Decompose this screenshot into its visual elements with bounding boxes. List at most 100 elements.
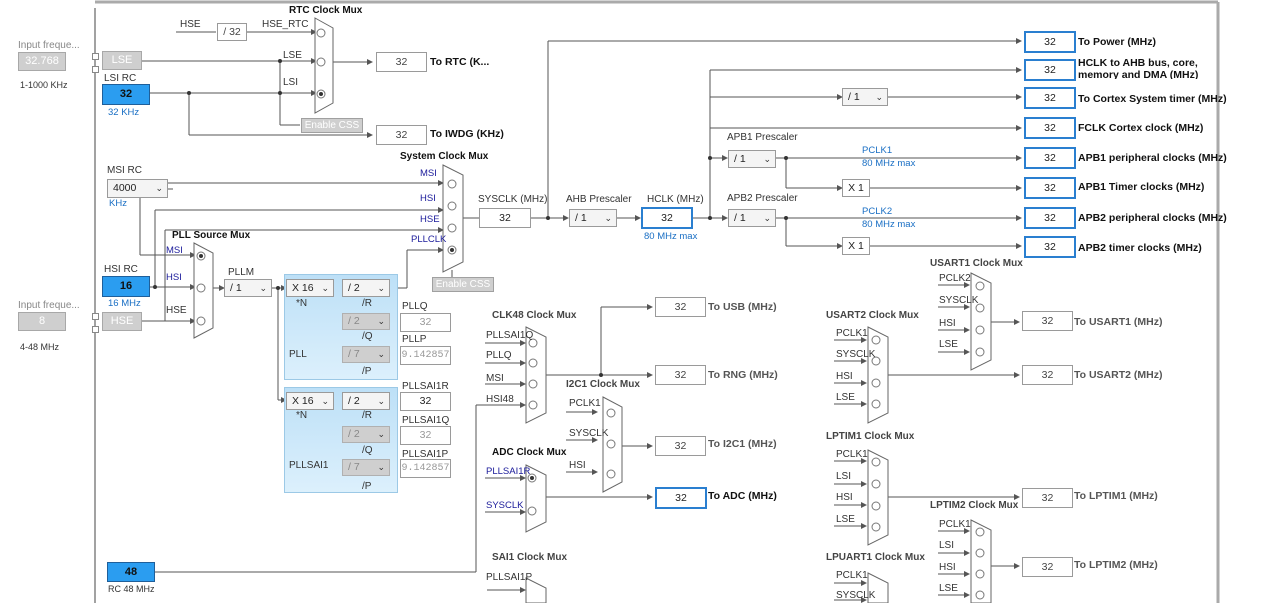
usart1-clock-mux-title: USART1 Clock Mux — [930, 258, 1023, 269]
rtc-enable-css-button[interactable]: Enable CSS — [301, 118, 363, 133]
pllsai1-r-value: / 2 — [348, 395, 360, 407]
pll-label: PLL — [289, 349, 307, 360]
i2c1-input-sysclk: SYSCLK — [569, 428, 609, 439]
clk48-clock-mux-title: CLK48 Clock Mux — [492, 310, 577, 321]
pllq-value: 32 — [400, 313, 451, 332]
rtc-hse-divider[interactable]: / 32 — [217, 23, 247, 41]
pllsai1r-value: 32 — [400, 392, 451, 411]
output-value-cortex-timer[interactable]: 32 — [1024, 87, 1076, 109]
output-value-apb1-timer[interactable]: 32 — [1024, 177, 1076, 199]
ahb-prescaler-select[interactable]: / 1 ⌄ — [569, 209, 617, 227]
lse-input-frequency-label: Input freque... — [18, 40, 80, 51]
output-value-apb2-timer[interactable]: 32 — [1024, 236, 1076, 258]
pllsai1-n-label: *N — [296, 410, 308, 421]
lptim1-input-hsi: HSI — [836, 492, 853, 503]
usart2-output-value: 32 — [1022, 365, 1073, 385]
pllsai1-n-select[interactable]: X 16 ⌄ — [286, 392, 334, 410]
pllsai1-p-select[interactable]: / 7 ⌄ — [342, 459, 390, 476]
pllsai1-r-select[interactable]: / 2 ⌄ — [342, 392, 390, 410]
pllsai1-q-label: /Q — [362, 445, 373, 456]
hse-block[interactable]: HSE — [102, 312, 142, 331]
adc-input-pllsai1r: PLLSAI1R — [486, 466, 531, 477]
sysclk-value[interactable]: 32 — [479, 208, 531, 228]
lpuart1-input-sysclk: SYSCLK — [836, 590, 876, 601]
hsi-unit: 16 MHz — [108, 298, 141, 309]
hsi-rc-label: HSI RC — [104, 264, 138, 275]
i2c1-output-value: 32 — [655, 436, 706, 456]
sysmux-enable-css-button[interactable]: Enable CSS — [432, 277, 494, 292]
msi-range-select[interactable]: 4000 ⌄ — [107, 179, 168, 198]
output-label-apb1-peripheral: APB1 peripheral clocks (MHz) — [1078, 152, 1227, 164]
pllm-select[interactable]: / 1 ⌄ — [224, 279, 272, 297]
chevron-down-icon: ⌄ — [321, 283, 329, 293]
rc48-value[interactable]: 48 — [107, 562, 155, 582]
cortex-timer-divider-select[interactable]: / 1 ⌄ — [842, 88, 888, 106]
sysmux-pllclk-label: PLLCLK — [411, 234, 447, 245]
output-value-fclk[interactable]: 32 — [1024, 117, 1076, 139]
usart2-input-sysclk: SYSCLK — [836, 349, 876, 360]
iwdg-output-value: 32 — [376, 125, 427, 145]
output-value-power[interactable]: 32 — [1024, 31, 1076, 53]
pll-source-msi-label: MSI — [166, 245, 183, 256]
usart1-input-lse: LSE — [939, 339, 958, 350]
lpuart1-input-pclk1: PCLK1 — [836, 570, 868, 581]
hse-input-frequency-field[interactable]: 8 — [18, 312, 66, 331]
clk48-input-msi: MSI — [486, 373, 504, 384]
clk48-input-hsi48: HSI48 — [486, 394, 514, 405]
pll-n-select[interactable]: X 16 ⌄ — [286, 279, 334, 297]
chevron-down-icon: ⌄ — [377, 283, 385, 293]
pll-q-select[interactable]: / 2 ⌄ — [342, 313, 390, 330]
pll-p-select[interactable]: / 7 ⌄ — [342, 346, 390, 363]
lse-input-frequency-field[interactable]: 32.768 — [18, 52, 66, 71]
pll-q-value: / 2 — [348, 315, 360, 327]
usart2-input-hsi: HSI — [836, 371, 853, 382]
lsi-rc-label: LSI RC — [104, 73, 137, 84]
lptim1-input-lsi: LSI — [836, 471, 852, 482]
msi-rc-label: MSI RC — [107, 165, 142, 176]
sysmux-hse-label: HSE — [420, 214, 440, 225]
output-label-apb2-timer: APB2 timer clocks (MHz) — [1078, 242, 1202, 254]
hclk-value[interactable]: 32 — [641, 207, 693, 229]
apb1-prescaler-value: / 1 — [734, 153, 746, 165]
pll-source-hse-label: HSE — [166, 305, 187, 316]
lse-block[interactable]: LSE — [102, 51, 142, 70]
apb2-prescaler-select[interactable]: / 1 ⌄ — [728, 209, 776, 227]
pll-q-label: /Q — [362, 331, 373, 342]
cortex-timer-divider-value: / 1 — [848, 91, 860, 103]
pll-r-select[interactable]: / 2 ⌄ — [342, 279, 390, 297]
lptim2-output-value: 32 — [1022, 557, 1073, 577]
usart2-input-lse: LSE — [836, 392, 855, 403]
iwdg-output-label: To IWDG (KHz) — [430, 128, 504, 140]
lptim2-input-lsi: LSI — [939, 540, 955, 551]
chevron-down-icon: ⌄ — [604, 213, 612, 223]
chevron-down-icon: ⌄ — [377, 316, 385, 326]
lptim1-output-label: To LPTIM1 (MHz) — [1074, 490, 1158, 502]
output-label-apb2-peripheral: APB2 peripheral clocks (MHz) — [1078, 212, 1227, 224]
msi-unit: KHz — [109, 198, 127, 209]
apb1-timer-multiplier: X 1 — [842, 179, 870, 197]
pll-r-label: /R — [362, 298, 372, 309]
usart1-input-pclk2: PCLK2 — [939, 273, 971, 284]
hse-junction — [92, 313, 99, 320]
pll-p-value: / 7 — [348, 348, 360, 360]
lptim2-output-label: To LPTIM2 (MHz) — [1074, 559, 1158, 571]
lpuart1-clock-mux-title: LPUART1 Clock Mux — [826, 552, 925, 563]
pllsai1-q-select[interactable]: / 2 ⌄ — [342, 426, 390, 443]
output-label-apb1-timer: APB1 Timer clocks (MHz) — [1078, 181, 1205, 193]
pll-r-value: / 2 — [348, 282, 360, 294]
lsi-rc-value[interactable]: 32 — [102, 84, 150, 105]
adc-output-value[interactable]: 32 — [655, 487, 707, 509]
pllsai1-p-label: /P — [362, 481, 372, 492]
pll-source-mux-title: PLL Source Mux — [172, 230, 251, 241]
hsi-rc-value[interactable]: 16 — [102, 276, 150, 297]
sai1-input-pllsai1p: PLLSAI1P — [486, 572, 533, 583]
chevron-down-icon: ⌄ — [377, 396, 385, 406]
output-value-apb2-peripheral[interactable]: 32 — [1024, 207, 1076, 229]
hse-rtc-label: HSE_RTC — [262, 19, 309, 30]
usart1-input-hsi: HSI — [939, 318, 956, 329]
output-value-apb1-peripheral[interactable]: 32 — [1024, 147, 1076, 169]
apb1-prescaler-select[interactable]: / 1 ⌄ — [728, 150, 776, 168]
hclk-label: HCLK (MHz) — [647, 194, 704, 205]
output-value-hclk-ahb[interactable]: 32 — [1024, 59, 1076, 81]
lptim1-clock-mux-title: LPTIM1 Clock Mux — [826, 431, 915, 442]
